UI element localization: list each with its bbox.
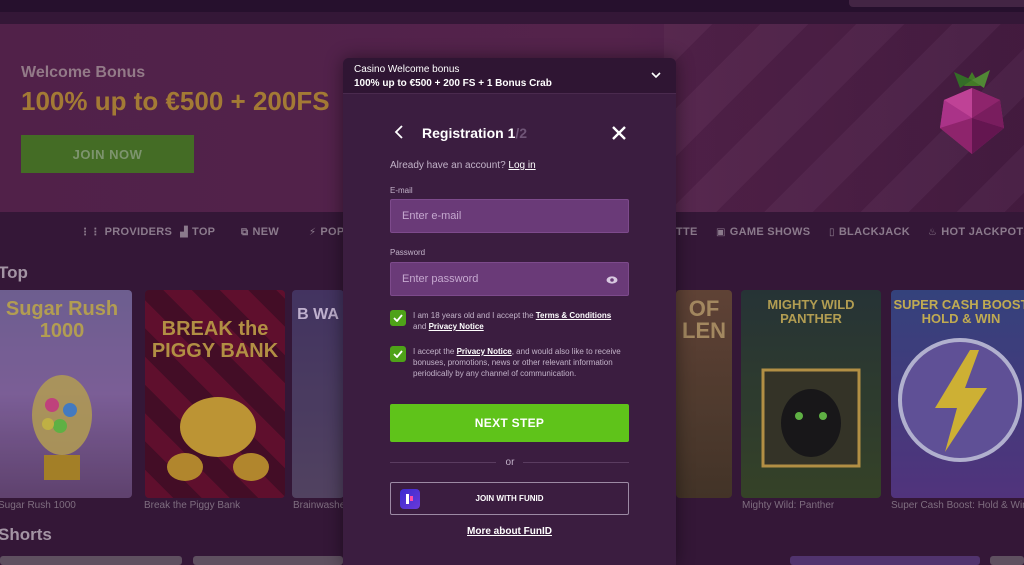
password-field[interactable] xyxy=(390,262,629,296)
chevron-down-icon[interactable] xyxy=(650,69,662,81)
have-account-label: Already have an account? xyxy=(390,160,506,171)
registration-title: Registration 1/2 xyxy=(422,125,527,141)
next-step-button[interactable]: NEXT STEP xyxy=(390,404,629,442)
age-consent-checkbox[interactable] xyxy=(390,310,406,326)
age-consent-and: and xyxy=(413,322,427,331)
password-label: Password xyxy=(390,248,426,257)
email-label: E-mail xyxy=(390,186,413,195)
or-label: or xyxy=(505,457,515,468)
registration-title-text: Registration xyxy=(422,125,504,141)
join-with-funid-button[interactable]: JOIN WITH FUNID xyxy=(390,482,629,515)
chevron-left-icon xyxy=(394,125,403,139)
bonus-selector-title: Casino Welcome bonus xyxy=(354,64,460,75)
privacy-notice-link[interactable]: Privacy Notice xyxy=(457,347,512,356)
marketing-consent-checkbox[interactable] xyxy=(390,346,406,362)
terms-link[interactable]: Terms & Conditions xyxy=(536,311,611,320)
privacy-notice-link[interactable]: Privacy Notice xyxy=(429,322,484,331)
back-button[interactable] xyxy=(392,124,406,140)
divider-right xyxy=(523,462,629,463)
close-icon[interactable] xyxy=(611,125,627,141)
age-consent-text: I am 18 years old and I accept the Terms… xyxy=(413,310,628,332)
funid-logo-icon xyxy=(400,489,420,509)
bonus-selector-value: 100% up to €500 + 200 FS + 1 Bonus Crab xyxy=(354,78,552,89)
more-about-funid-link[interactable]: More about FunID xyxy=(390,526,629,537)
registration-modal: Casino Welcome bonus 100% up to €500 + 2… xyxy=(343,58,676,565)
registration-step-total: /2 xyxy=(515,125,528,141)
have-account-text: Already have an account? Log in xyxy=(390,160,536,171)
age-consent-text-before: I am 18 years old and I accept the xyxy=(413,311,534,320)
login-link[interactable]: Log in xyxy=(508,160,535,171)
marketing-consent-text: I accept the Privacy Notice, and would a… xyxy=(413,346,628,379)
bonus-selector[interactable]: Casino Welcome bonus 100% up to €500 + 2… xyxy=(343,58,676,94)
checkmark-icon xyxy=(393,350,403,358)
join-with-funid-label: JOIN WITH FUNID xyxy=(475,494,544,503)
eye-icon[interactable] xyxy=(606,275,618,285)
marketing-consent-text-before: I accept the xyxy=(413,347,455,356)
checkmark-icon xyxy=(393,314,403,322)
email-field[interactable] xyxy=(390,199,629,233)
divider-left xyxy=(390,462,496,463)
